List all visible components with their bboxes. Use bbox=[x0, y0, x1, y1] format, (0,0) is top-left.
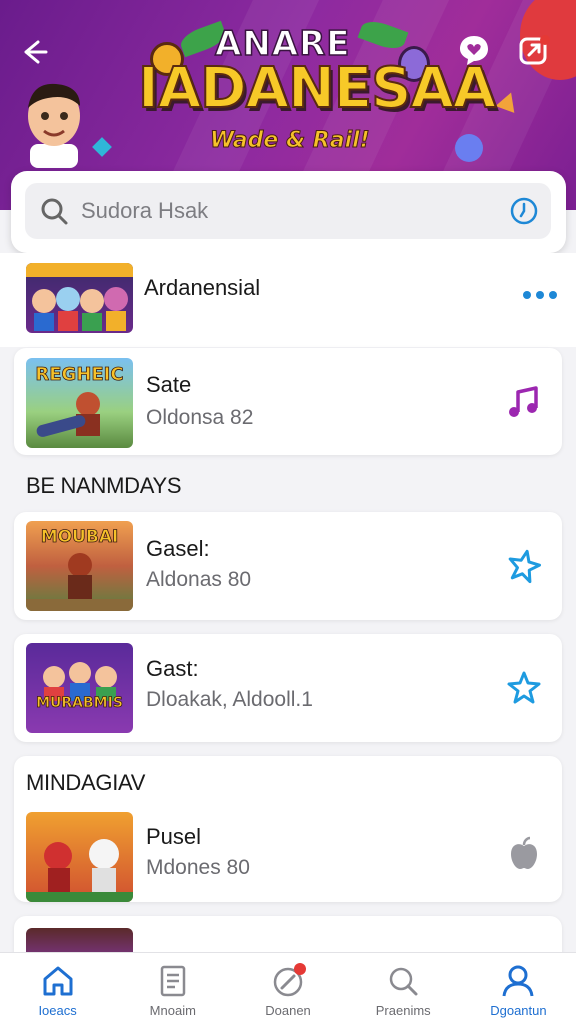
gem-decoration bbox=[455, 134, 483, 162]
more-dots-icon bbox=[523, 291, 557, 299]
music-button[interactable] bbox=[504, 382, 544, 422]
list-item[interactable]: Ardanensial bbox=[0, 253, 576, 347]
nav-label: Mnoaim bbox=[149, 1003, 196, 1018]
search-icon bbox=[389, 967, 418, 996]
item-title: Sate bbox=[146, 372, 192, 397]
list-item[interactable]: MOUBAI Gasel: Aldonas 80 bbox=[14, 512, 562, 620]
thumbnail-label: MURABMIS bbox=[36, 695, 124, 712]
item-subtitle: Aldonas 80 bbox=[146, 568, 252, 591]
section-title: BE NANMDAYS bbox=[26, 473, 182, 498]
bottom-nav: Ioeacs Mnoaim Doanen Praenims Dgoantun bbox=[0, 952, 576, 1024]
nav-item-document[interactable]: Mnoaim bbox=[115, 953, 230, 1024]
game-thumbnail bbox=[26, 812, 133, 902]
section-card: MINDAGIAV Pusel Mdones 80 bbox=[14, 756, 562, 902]
section-title: MINDAGIAV bbox=[26, 770, 146, 795]
game-thumbnail: MURABMIS bbox=[26, 643, 133, 733]
heart-chat-icon bbox=[460, 36, 488, 65]
favorite-button[interactable] bbox=[504, 668, 544, 708]
star-outline-icon bbox=[508, 549, 542, 584]
favorite-button[interactable] bbox=[504, 546, 544, 586]
item-subtitle: Mdones 80 bbox=[146, 856, 250, 879]
confetti-decoration bbox=[92, 137, 112, 157]
nav-label: Ioeacs bbox=[38, 1003, 77, 1018]
apple-icon bbox=[511, 836, 537, 869]
share-button[interactable] bbox=[514, 30, 554, 70]
nav-item-profile[interactable]: Dgoantun bbox=[461, 953, 576, 1024]
nav-label: Doanen bbox=[265, 1003, 311, 1018]
list-item[interactable]: MURABMIS Gast: Dloakak, Aldooll.1 bbox=[14, 634, 562, 742]
game-thumbnail: MOUBAI bbox=[26, 521, 133, 611]
logo-sub-text: Wade & Rail! bbox=[210, 128, 371, 154]
search-input[interactable] bbox=[81, 198, 481, 224]
search-field[interactable] bbox=[25, 183, 551, 239]
star-icon bbox=[507, 671, 541, 704]
back-arrow-icon bbox=[24, 40, 48, 64]
mascot-avatar bbox=[18, 76, 90, 168]
share-icon bbox=[519, 35, 550, 65]
search-card bbox=[11, 171, 566, 253]
leaf-decoration bbox=[357, 16, 409, 54]
nav-item-search[interactable]: Praenims bbox=[346, 953, 461, 1024]
item-subtitle: Oldonsa 82 bbox=[146, 406, 254, 429]
game-thumbnail bbox=[26, 263, 133, 333]
game-thumbnail: REGHEIC bbox=[26, 358, 133, 448]
back-button[interactable] bbox=[14, 32, 54, 72]
list-item[interactable]: REGHEIC Sate Oldonsa 82 bbox=[14, 348, 562, 455]
heart-chat-button[interactable] bbox=[454, 30, 494, 70]
more-button[interactable] bbox=[520, 275, 560, 315]
item-title: Gast: bbox=[146, 656, 199, 681]
nav-label: Praenims bbox=[375, 1003, 431, 1018]
item-title: Ardanensial bbox=[144, 275, 261, 300]
search-icon bbox=[41, 198, 68, 225]
logo-main-text: IADANESAA bbox=[137, 55, 497, 122]
home-icon bbox=[43, 966, 73, 996]
nav-item-home[interactable]: Ioeacs bbox=[0, 953, 115, 1024]
nav-item-pencil[interactable]: Doanen bbox=[230, 953, 345, 1024]
profile-icon bbox=[502, 965, 534, 997]
nav-label: Dgoantun bbox=[490, 1003, 547, 1018]
document-icon bbox=[160, 965, 186, 997]
item-title: Gasel: bbox=[146, 536, 210, 561]
item-title: Pusel bbox=[146, 824, 202, 849]
apple-button[interactable] bbox=[504, 834, 544, 874]
music-note-icon bbox=[509, 386, 538, 417]
item-subtitle: Dloakak, Aldooll.1 bbox=[146, 688, 313, 711]
app-logo: ANARE IADANESAA Wade & Rail! bbox=[130, 10, 497, 160]
clock-icon[interactable] bbox=[509, 196, 539, 226]
